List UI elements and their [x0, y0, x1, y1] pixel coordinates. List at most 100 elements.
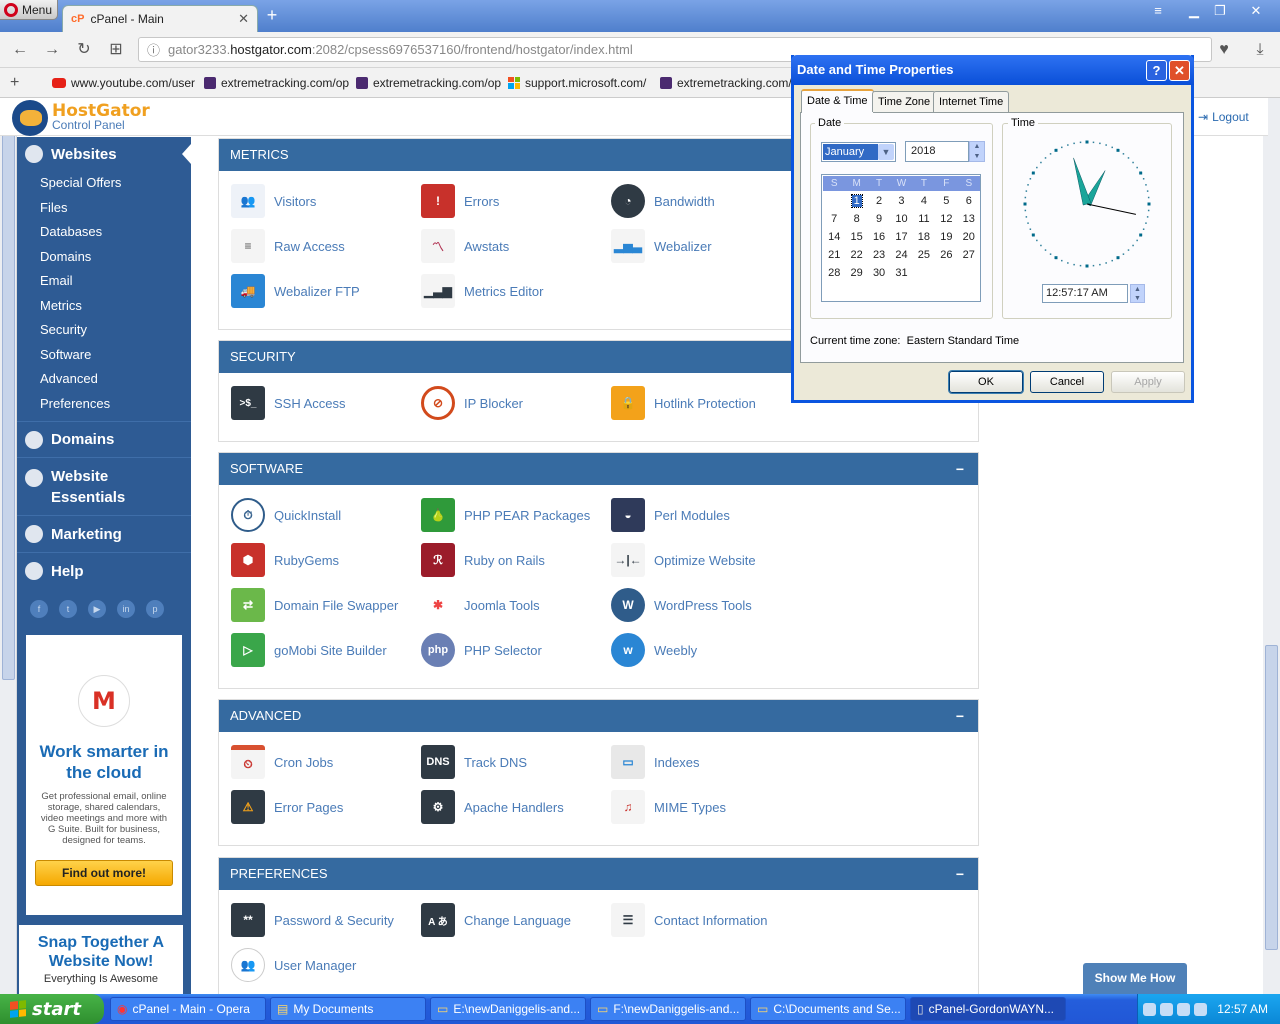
minimize-button[interactable]: ▁ [1182, 2, 1206, 20]
calendar-day[interactable]: 26 [935, 248, 957, 262]
track-dns-link[interactable]: DNS Track DNS [421, 745, 527, 779]
php-selector-link[interactable]: php PHP Selector [421, 633, 542, 667]
calendar-day[interactable]: 22 [845, 248, 867, 262]
webalizer-ftp-link[interactable]: 🚚 Webalizer FTP [231, 274, 360, 308]
tab-close-icon[interactable]: ✕ [238, 11, 249, 27]
visitors-link[interactable]: 👥 Visitors [231, 184, 316, 218]
sidebar-section-domains[interactable]: Domains [17, 421, 191, 457]
opera-menu-button[interactable]: Menu [0, 0, 58, 20]
calendar-day[interactable]: 15 [845, 230, 867, 244]
php-pear-link[interactable]: 🍐 PHP PEAR Packages [421, 498, 590, 532]
weebly-link[interactable]: w Weebly [611, 633, 697, 667]
sidebar-section-website-essentials[interactable]: Website Essentials [17, 457, 191, 515]
security-tray-icon[interactable] [1177, 1002, 1191, 1016]
month-select[interactable]: January ▼ [821, 142, 896, 162]
sidebar-section-websites[interactable]: Websites [17, 137, 191, 171]
calendar-day[interactable]: 11 [913, 212, 935, 226]
user-manager-link[interactable]: 👥 User Manager [231, 948, 356, 982]
restore-button[interactable]: ❐ [1208, 2, 1232, 20]
twitter-icon[interactable]: t [59, 600, 77, 618]
error-pages-link[interactable]: ⚠ Error Pages [231, 790, 343, 824]
sidebar-item-domains[interactable]: Domains [17, 245, 191, 270]
add-bookmark-icon[interactable]: + [10, 74, 52, 92]
sidebar-section-marketing[interactable]: Marketing [17, 515, 191, 552]
raw-access-link[interactable]: ≡ Raw Access [231, 229, 345, 263]
calendar-day[interactable]: 24 [890, 248, 912, 262]
joomla-tools-link[interactable]: ✱ Joomla Tools [421, 588, 540, 622]
metrics-editor-link[interactable]: ▁▃▆ Metrics Editor [421, 274, 543, 308]
apache-handlers-link[interactable]: ⚙ Apache Handlers [421, 790, 564, 824]
calendar-day[interactable]: 31 [890, 266, 912, 280]
cancel-button[interactable]: Cancel [1030, 371, 1104, 393]
calendar-day[interactable]: 21 [823, 248, 845, 262]
reload-button[interactable]: ↻ [74, 40, 94, 60]
calendar-day[interactable]: 2 [868, 194, 890, 208]
year-input[interactable]: 2018 [905, 141, 969, 162]
tray-clock[interactable]: 12:57 AM [1217, 1002, 1268, 1016]
advanced-collapse-icon[interactable]: − [956, 700, 964, 732]
facebook-icon[interactable]: f [30, 600, 48, 618]
update-tray-icon[interactable] [1194, 1002, 1208, 1016]
chevron-down-icon[interactable]: ▼ [878, 144, 894, 160]
site-info-icon[interactable]: ⓘ [147, 40, 160, 59]
calendar-day[interactable]: 9 [868, 212, 890, 226]
calendar-day[interactable]: 13 [958, 212, 980, 226]
software-panel-header[interactable]: SOFTWARE − [219, 453, 978, 485]
apply-button[interactable]: Apply [1111, 371, 1185, 393]
rubygems-link[interactable]: ⬢ RubyGems [231, 543, 339, 577]
ip-blocker-link[interactable]: ⊘ IP Blocker [421, 386, 523, 420]
bookmark-item[interactable]: support.microsoft.com/ [508, 76, 660, 90]
bookmark-heart-icon[interactable]: ♥ [1214, 40, 1234, 60]
domain-file-swapper-link[interactable]: ⇄ Domain File Swapper [231, 588, 398, 622]
contact-information-link[interactable]: ☰ Contact Information [611, 903, 767, 937]
sidebar-item-preferences[interactable]: Preferences [17, 392, 191, 417]
speed-dial-icon[interactable]: ⊞ [106, 40, 126, 60]
sidebar-item-special-offers[interactable]: Special Offers [17, 171, 191, 196]
find-out-more-button[interactable]: Find out more! [35, 860, 173, 886]
sidebar-item-files[interactable]: Files [17, 196, 191, 221]
tab-menu-icon[interactable]: ≡ [1146, 2, 1170, 20]
tab-time-zone[interactable]: Time Zone [872, 91, 937, 112]
page-scroll-thumb[interactable] [1265, 645, 1278, 950]
bookmark-item[interactable]: extremetracking.com/op [356, 76, 508, 90]
indexes-link[interactable]: ▭ Indexes [611, 745, 700, 779]
calendar-day[interactable]: 28 [823, 266, 845, 280]
preferences-collapse-icon[interactable]: − [956, 858, 964, 890]
advanced-panel-header[interactable]: ADVANCED − [219, 700, 978, 732]
sidebar-item-advanced[interactable]: Advanced [17, 367, 191, 392]
logout-link[interactable]: ⇥ Logout [1198, 110, 1249, 124]
change-language-link[interactable]: A あ Change Language [421, 903, 571, 937]
calendar-day[interactable]: 3 [890, 194, 912, 208]
calendar-day[interactable]: 10 [890, 212, 912, 226]
year-spinner-icon[interactable]: ▲ ▼ [969, 141, 985, 162]
mime-types-link[interactable]: ♫ MIME Types [611, 790, 726, 824]
calendar-day[interactable]: 30 [868, 266, 890, 280]
password-security-link[interactable]: ** Password & Security [231, 903, 394, 937]
calendar-day[interactable]: 18 [913, 230, 935, 244]
bandwidth-link[interactable]: ◔ Bandwidth [611, 184, 715, 218]
wordpress-tools-link[interactable]: W WordPress Tools [611, 588, 752, 622]
errors-link[interactable]: ! Errors [421, 184, 499, 218]
bookmark-item[interactable]: extremetracking.com/f [660, 76, 812, 90]
taskbar-item-my-documents[interactable]: ▤ My Documents [270, 997, 426, 1021]
tab-date-time[interactable]: Date & Time [801, 89, 874, 113]
tab-internet-time[interactable]: Internet Time [933, 91, 1010, 112]
gomobi-link[interactable]: ▷ goMobi Site Builder [231, 633, 387, 667]
sidebar-item-software[interactable]: Software [17, 343, 191, 368]
calendar-day[interactable]: 25 [913, 248, 935, 262]
taskbar-item-f-folder[interactable]: ▭ F:\newDaniggelis-and... [590, 997, 746, 1021]
new-tab-button[interactable]: + [262, 6, 282, 26]
calendar-day[interactable]: 19 [935, 230, 957, 244]
calendar-day[interactable]: 23 [868, 248, 890, 262]
calendar-day[interactable]: 8 [845, 212, 867, 226]
browser-tab-active[interactable]: cP cPanel - Main ✕ [62, 5, 258, 32]
youtube-icon[interactable]: ▶ [88, 600, 106, 618]
awstats-link[interactable]: 〽 Awstats [421, 229, 509, 263]
sidebar-item-email[interactable]: Email [17, 269, 191, 294]
window-close-button[interactable]: ✕ [1244, 2, 1268, 20]
ruby-on-rails-link[interactable]: ℛ Ruby on Rails [421, 543, 545, 577]
calendar-day[interactable]: 27 [958, 248, 980, 262]
bookmark-item[interactable]: extremetracking.com/op [204, 76, 356, 90]
software-collapse-icon[interactable]: − [956, 453, 964, 485]
cron-jobs-link[interactable]: ⏲ Cron Jobs [231, 745, 333, 779]
